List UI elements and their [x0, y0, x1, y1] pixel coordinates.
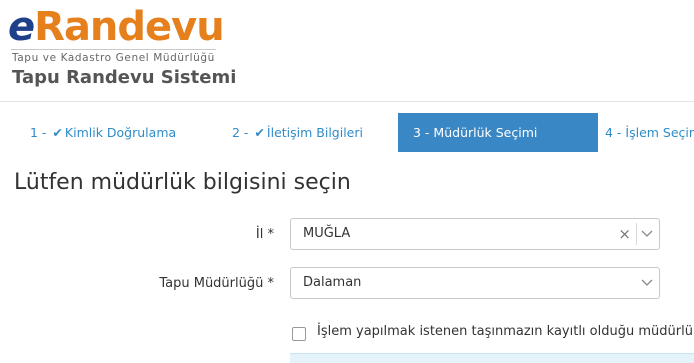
select-separator: [636, 223, 637, 245]
il-label: İl *: [255, 227, 274, 242]
system-name: Tapu Randevu Sistemi: [12, 67, 237, 88]
clear-icon[interactable]: ×: [618, 219, 631, 249]
logo-subtitle: Tapu ve Kadastro Genel Müdürlüğü: [12, 52, 215, 64]
step-label: Kimlik Doğrulama: [64, 125, 177, 140]
step-number: 3 -: [413, 125, 430, 140]
page-title: Lütfen müdürlük bilgisini seçin: [14, 170, 351, 195]
check-icon: ✔: [52, 125, 63, 140]
tapu-mudurlugu-select[interactable]: Dalaman: [290, 267, 660, 299]
step-mudurluk-secimi[interactable]: 3 - Müdürlük Seçimi: [398, 113, 598, 152]
tapu-mudurlugu-label: Tapu Müdürlüğü *: [159, 276, 274, 291]
step-label: İşlem Seçim: [625, 125, 694, 140]
wizard-steps: 1 - ✔ Kimlik Doğrulama 2 - ✔ İletişim Bilg…: [0, 113, 694, 152]
chevron-down-icon[interactable]: [641, 279, 653, 287]
step-kimlik-dogrulama[interactable]: 1 - ✔ Kimlik Doğrulama: [30, 113, 176, 152]
tapu-mudurlugu-selected-value: Dalaman: [303, 275, 362, 290]
step-label: Müdürlük Seçimi: [433, 125, 538, 140]
step-iletisim-bilgileri[interactable]: 2 - ✔ İletişim Bilgileri: [232, 113, 363, 152]
logo-divider: [11, 49, 216, 50]
logo-word: Randevu: [34, 4, 225, 50]
step-number: 2 -: [232, 125, 249, 140]
step-number: 4 -: [605, 125, 622, 140]
header: eRandevu Tapu ve Kadastro Genel Müdürlüğ…: [0, 0, 694, 102]
check-icon: ✔: [254, 125, 265, 140]
step-number: 1 -: [30, 125, 47, 140]
step-islem-secimi[interactable]: 4 - İşlem Seçim: [605, 113, 694, 152]
chevron-down-icon[interactable]: [641, 230, 653, 238]
il-selected-value: MUĞLA: [303, 226, 351, 241]
logo-letter-e: e: [8, 4, 35, 50]
step-label: İletişim Bilgileri: [266, 125, 363, 140]
erandevu-logo[interactable]: eRandevu: [8, 4, 225, 50]
mudurluk-checkbox[interactable]: [292, 327, 306, 341]
checkbox-label[interactable]: İşlem yapılmak istenen taşınmazın kayıtl…: [317, 324, 694, 339]
il-select[interactable]: MUĞLA ×: [290, 218, 660, 250]
